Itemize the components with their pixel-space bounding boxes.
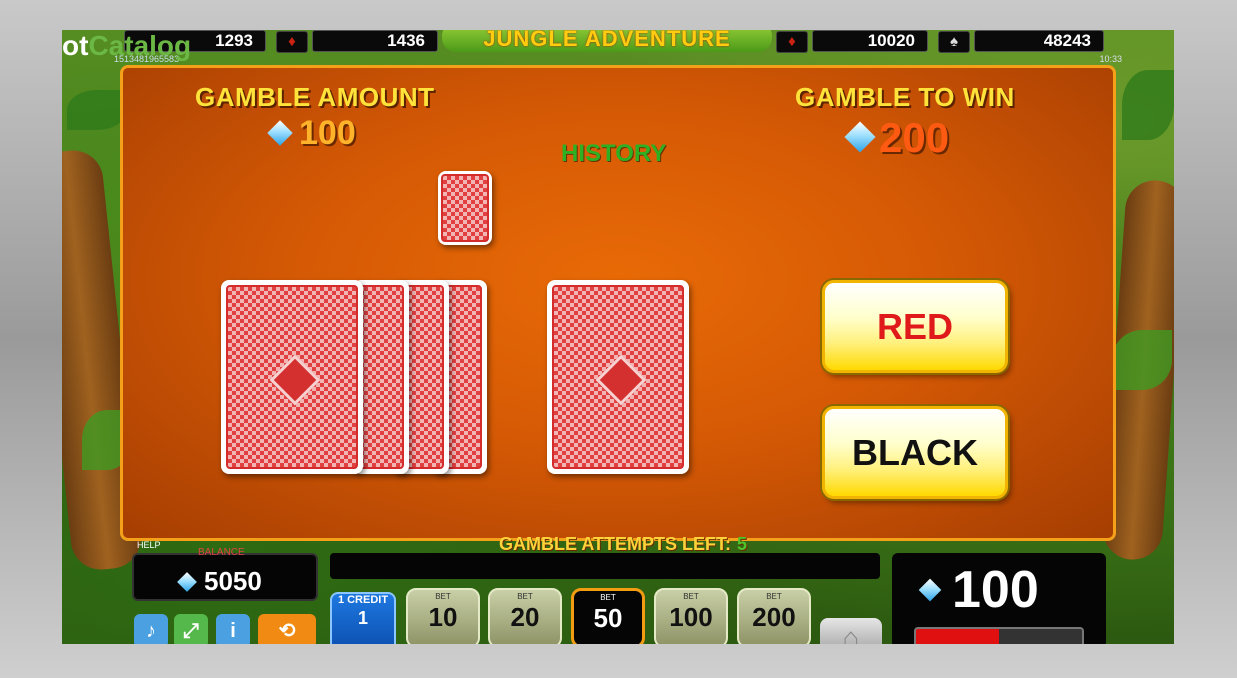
credit-button[interactable]: 1 CREDIT 1 bbox=[330, 592, 396, 644]
bet-value: 100 bbox=[669, 602, 713, 632]
suit-icon: ♦ bbox=[276, 31, 308, 53]
diamond-gem-icon bbox=[844, 121, 876, 153]
bet-chip-10[interactable]: BET 10 bbox=[406, 588, 480, 644]
bet-label: BET bbox=[517, 592, 533, 601]
autoplay-icon[interactable]: ⟲ bbox=[258, 614, 316, 644]
card-back bbox=[552, 285, 684, 469]
history-label: HISTORY bbox=[561, 140, 667, 167]
message-bar bbox=[330, 553, 880, 579]
win-value: 100 bbox=[952, 561, 1039, 619]
credit-value: 1 bbox=[357, 608, 368, 628]
watermark-prefix: ot bbox=[62, 30, 89, 61]
sound-icon[interactable]: ♪ bbox=[134, 614, 168, 644]
card-back bbox=[358, 285, 404, 469]
bet-value: 200 bbox=[752, 602, 796, 632]
bet-chip-200[interactable]: BET 200 bbox=[737, 588, 811, 644]
bet-value: 10 bbox=[428, 602, 458, 632]
win-meter bbox=[914, 627, 1084, 644]
jackpot-counter: 48243 bbox=[974, 30, 1104, 52]
suit-icon: ♠ bbox=[938, 31, 970, 53]
bet-label: BET bbox=[683, 592, 699, 601]
bet-label: BET bbox=[766, 592, 782, 601]
black-button[interactable]: BLACK bbox=[822, 406, 1008, 499]
game-frame: 1293 ♦ 1436 JUNGLE ADVENTURE ♦ 10020 ♠ 4… bbox=[62, 30, 1174, 644]
jackpot-bar: 1293 ♦ 1436 JUNGLE ADVENTURE ♦ 10020 ♠ 4… bbox=[62, 30, 1174, 64]
gamble-amount-value: 100 bbox=[299, 114, 356, 152]
history-card bbox=[438, 171, 492, 245]
info-icon[interactable]: i bbox=[216, 614, 250, 644]
balance-value: 5050 bbox=[204, 566, 262, 596]
home-icon[interactable]: ⌂ bbox=[820, 618, 882, 644]
gamble-panel: GAMBLE AMOUNT 100 GAMBLE TO WIN 200 HIST… bbox=[120, 65, 1116, 554]
watermark: otCatalog bbox=[62, 30, 191, 62]
bet-label: BET bbox=[600, 593, 616, 602]
bet-chip-100[interactable]: BET 100 bbox=[654, 588, 728, 644]
balance-label: BALANCE bbox=[198, 547, 245, 558]
card-back bbox=[441, 174, 489, 242]
fullscreen-icon[interactable]: ⤢ bbox=[174, 614, 208, 644]
player-card[interactable] bbox=[547, 280, 689, 474]
jackpot-counter: 10020 bbox=[812, 30, 928, 52]
leaf-decoration bbox=[1122, 70, 1174, 140]
clock: 10:33 bbox=[1099, 54, 1122, 64]
suit-icon: ♦ bbox=[776, 31, 808, 53]
gamble-to-win-label: GAMBLE TO WIN bbox=[795, 82, 1015, 112]
bet-chip-20[interactable]: BET 20 bbox=[488, 588, 562, 644]
card-back bbox=[226, 285, 358, 469]
dealer-card bbox=[221, 280, 363, 474]
bottom-bar: HELP BALANCE 5050 100 ♪ ⤢ i ⟲ 1 CREDIT 1… bbox=[62, 540, 1174, 644]
leaf-decoration bbox=[1112, 330, 1172, 390]
help-label[interactable]: HELP bbox=[137, 540, 161, 550]
bet-value: 20 bbox=[510, 602, 540, 632]
card-diamond-icon bbox=[269, 354, 321, 406]
bet-value: 50 bbox=[593, 603, 623, 633]
bet-label: BET bbox=[435, 592, 451, 601]
card-diamond-icon bbox=[595, 354, 647, 406]
watermark-text: Catalog bbox=[88, 30, 192, 61]
gamble-to-win-value: 200 bbox=[879, 114, 950, 161]
game-logo: JUNGLE ADVENTURE bbox=[442, 30, 772, 52]
credit-label: 1 CREDIT bbox=[337, 594, 389, 606]
gamble-amount-label: GAMBLE AMOUNT bbox=[195, 82, 435, 112]
red-button[interactable]: RED bbox=[822, 280, 1008, 373]
bet-chip-50-selected[interactable]: BET 50 bbox=[571, 588, 645, 644]
jackpot-counter: 1436 bbox=[312, 30, 438, 52]
diamond-gem-icon bbox=[267, 120, 293, 146]
leaf-decoration bbox=[67, 90, 127, 130]
